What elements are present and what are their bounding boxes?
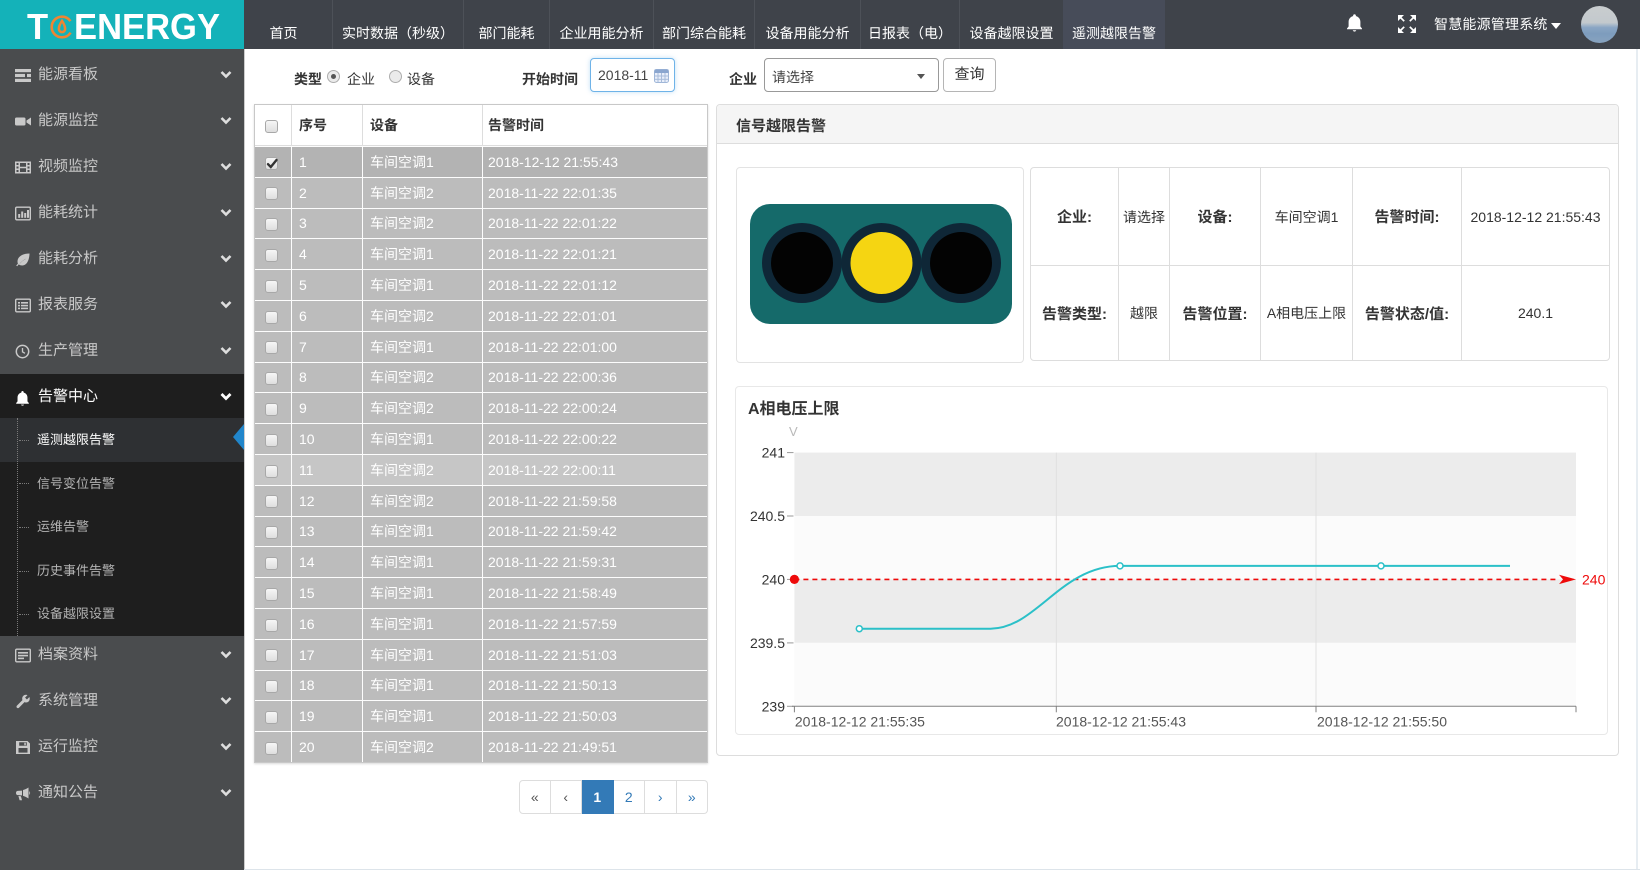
svg-text:240.5: 240.5 (750, 508, 785, 524)
svg-text:239: 239 (762, 698, 786, 714)
svg-text:2018-12-12 21:55:43: 2018-12-12 21:55:43 (1056, 713, 1186, 729)
svg-text:239.5: 239.5 (750, 635, 785, 651)
svg-text:241: 241 (762, 445, 786, 461)
svg-text:2018-12-12 21:55:50: 2018-12-12 21:55:50 (1317, 713, 1447, 729)
svg-text:240: 240 (762, 571, 786, 587)
svg-text:240: 240 (1582, 571, 1606, 587)
svg-text:2018-12-12 21:55:35: 2018-12-12 21:55:35 (795, 713, 925, 729)
svg-text:V: V (789, 424, 798, 439)
